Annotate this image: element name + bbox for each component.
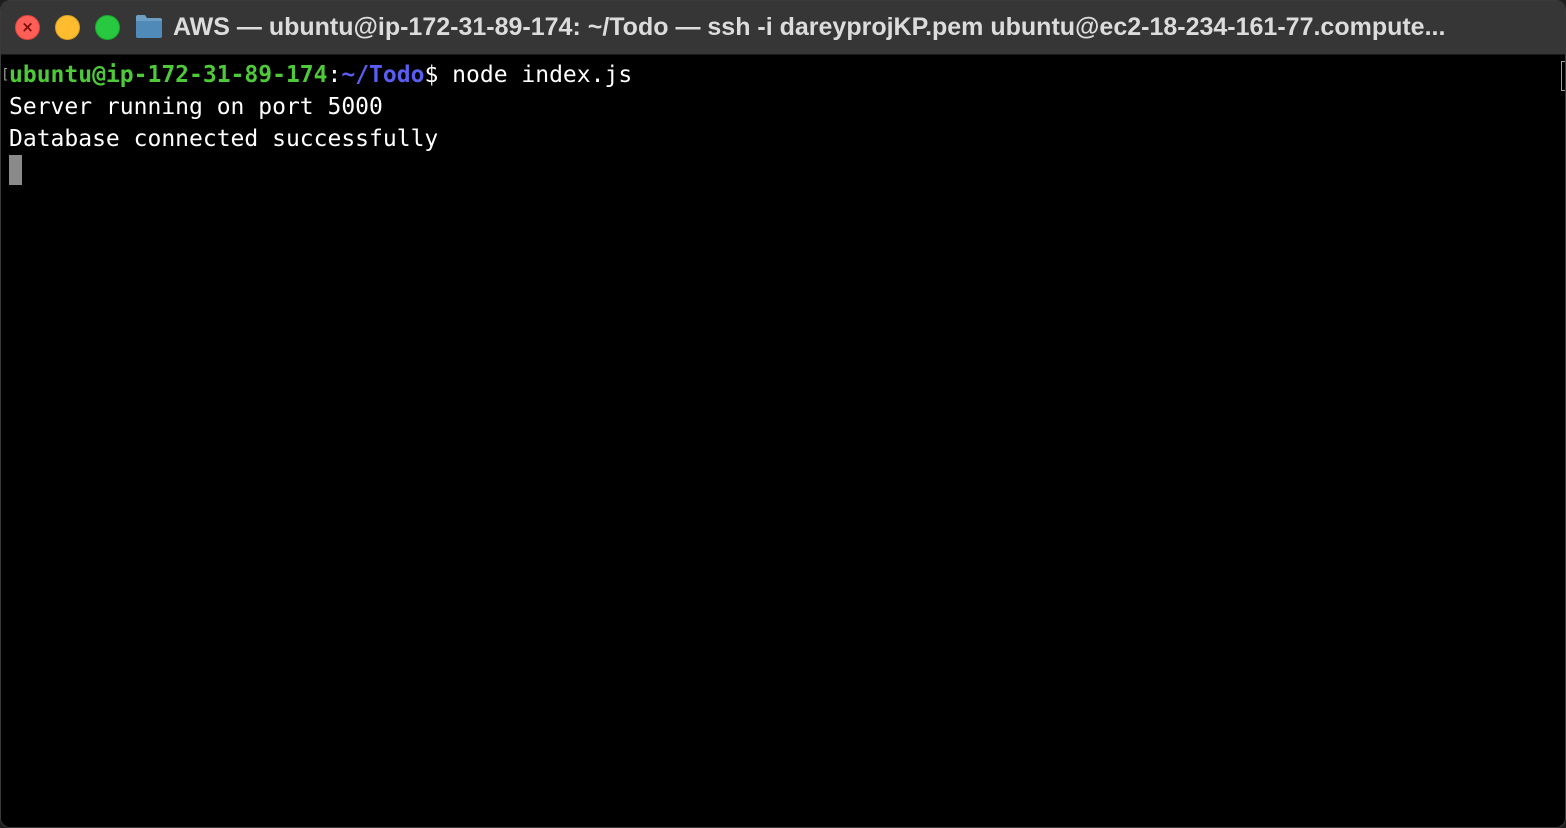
minimize-button[interactable] [55,15,80,40]
close-icon: × [21,18,34,36]
scrollbar[interactable] [1561,61,1565,91]
text-cursor [9,155,22,185]
folder-icon [136,15,162,38]
prompt-separator: : [327,62,342,88]
prompt-path: ~/Todo [341,62,425,88]
command-text: node index.js [452,62,633,88]
prompt-line: ubuntu@ip-172-31-89-174:~/Todo$ node ind… [9,59,632,91]
output-line: Database connected successfully [9,126,439,152]
output-line: Server running on port 5000 [9,94,383,120]
window-title: AWS — ubuntu@ip-172-31-89-174: ~/Todo — … [173,13,1446,41]
zoom-button[interactable] [95,15,120,40]
prompt-user-host: ubuntu@ip-172-31-89-174 [9,62,328,88]
close-button[interactable]: × [15,15,40,40]
terminal-window: × AWS — ubuntu@ip-172-31-89-174: ~/Todo … [0,0,1566,828]
terminal-content[interactable]: [ ubuntu@ip-172-31-89-174:~/Todo$ node i… [1,57,1565,827]
title-bar[interactable]: × AWS — ubuntu@ip-172-31-89-174: ~/Todo … [1,1,1565,55]
prompt-symbol: $ [424,62,453,88]
